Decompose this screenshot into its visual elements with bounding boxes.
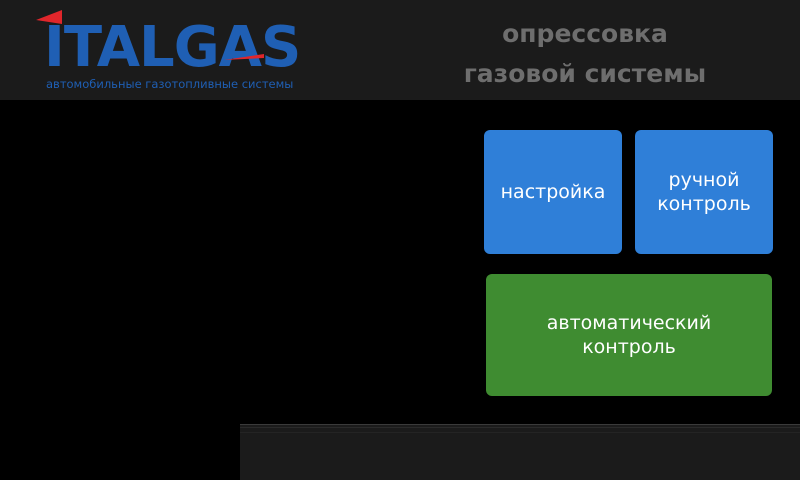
- manual-control-label-line2: контроль: [657, 193, 751, 215]
- logo-red-underline-icon: [224, 54, 264, 60]
- setup-button[interactable]: настройка: [484, 130, 622, 254]
- screen: ITALGAS автомобильные газотопливные сист…: [0, 0, 800, 480]
- footer-bar: [240, 424, 800, 480]
- page-title-line2: газовой системы: [463, 59, 707, 88]
- italgas-logo: ITALGAS автомобильные газотопливные сист…: [34, 10, 360, 94]
- header-bar: ITALGAS автомобильные газотопливные сист…: [0, 0, 800, 100]
- page-title-line1: опрессовка: [502, 19, 668, 48]
- automatic-control-label-line2: контроль: [582, 336, 676, 358]
- page-title: опрессовка газовой системы: [430, 14, 740, 94]
- footer-divider: [240, 424, 800, 425]
- logo-tagline: автомобильные газотопливные системы: [46, 77, 294, 91]
- automatic-control-button[interactable]: автоматический контроль: [486, 274, 772, 396]
- manual-control-button[interactable]: ручной контроль: [635, 130, 773, 254]
- footer-divider-secondary: [240, 427, 800, 428]
- footer-divider-tertiary: [240, 432, 800, 433]
- logo-wordmark: ITALGAS: [44, 15, 301, 80]
- setup-button-label: настройка: [500, 181, 606, 203]
- automatic-control-label-line1: автоматический: [546, 312, 712, 334]
- manual-control-label-line1: ручной: [668, 169, 740, 191]
